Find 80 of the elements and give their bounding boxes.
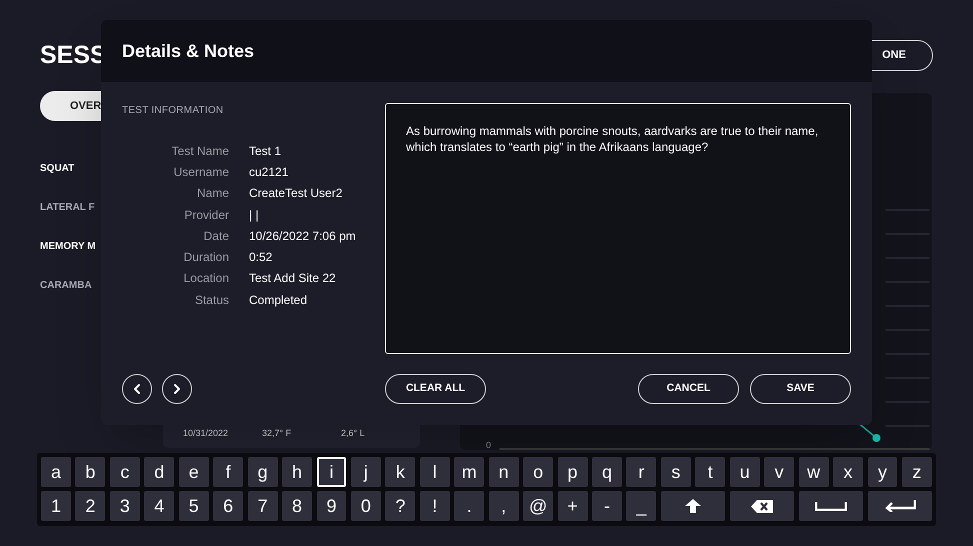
field-value: | | [249,206,259,224]
dialog-title: Details & Notes [122,40,254,62]
keyboard-key[interactable]: e [178,457,209,487]
table-cell-text: 2,6° L [341,427,366,440]
field-value: CreateTest User2 [249,185,342,202]
table-cell-text: 10/31/2022 [183,427,230,440]
keyboard-key[interactable]: 4 [144,491,174,521]
shift-key[interactable] [660,491,726,521]
keyboard-key[interactable]: 9 [316,491,346,521]
field-value: cu2121 [249,164,288,181]
keyboard-key[interactable]: 8 [282,491,312,521]
keyboard-key[interactable]: i [316,457,346,487]
backspace-key[interactable] [730,491,794,521]
enter-arrow-icon [884,500,916,512]
keyboard-key[interactable]: 0 [350,491,381,521]
axis-label: 0 [486,440,492,450]
field-value: 0:52 [249,249,272,266]
keyboard-key[interactable]: l [420,457,450,487]
next-button[interactable] [162,374,192,404]
field-value: Test Add Site 22 [249,270,336,288]
keyboard-key[interactable]: r [626,457,656,487]
space-key[interactable] [798,491,863,521]
keyboard-key[interactable]: f [213,457,244,487]
keyboard-key[interactable]: , [488,491,519,521]
keyboard-key[interactable]: @ [523,491,554,521]
keyboard-key[interactable]: h [282,457,312,487]
keyboard-key[interactable]: + [558,491,588,521]
clear-all-button[interactable]: CLEAR ALL [385,374,486,404]
keyboard-key[interactable]: z [902,457,932,487]
field-label: Status [194,292,229,309]
notes-text-area[interactable]: As burrowing mammals with porcine snouts, aardvarks are true to their name, which translates to “earth pig” in the Afrikaans language? [385,103,851,354]
keyboard-key[interactable]: s [660,457,691,487]
save-button[interactable]: SAVE [750,374,851,404]
field-label: Username [172,164,229,181]
field-label: Location [182,270,229,288]
keyboard-key[interactable]: 3 [110,491,140,521]
keyboard-key[interactable]: d [144,457,174,487]
keyboard-key[interactable]: g [248,457,278,487]
backspace-icon [750,500,773,512]
field-label: Date [202,228,229,245]
keyboard-key[interactable]: j [350,457,381,487]
keyboard-key[interactable]: . [454,491,484,521]
keyboard-key[interactable]: n [488,457,519,487]
field-value: 10/26/2022 7:06 pm [249,228,356,245]
cancel-button[interactable]: CANCEL [638,374,739,404]
keyboard-key[interactable]: v [764,457,794,487]
keyboard-key[interactable]: 6 [213,491,244,521]
field-label: Provider [183,206,229,224]
keyboard-key[interactable]: x [833,457,864,487]
keyboard-key[interactable]: 1 [41,491,71,521]
keyboard-key[interactable]: o [523,457,554,487]
keyboard-key[interactable]: 2 [75,491,106,521]
keyboard-key[interactable]: p [558,457,588,487]
shift-arrow-icon [685,499,702,513]
keyboard-key[interactable]: 7 [248,491,278,521]
keyboard-key[interactable]: ? [385,491,416,521]
table-cell-text: 32,7° F [262,427,292,440]
keyboard-key[interactable]: 5 [178,491,209,521]
field-value: Test 1 [249,142,282,160]
enter-key[interactable] [868,491,932,521]
keyboard-key[interactable]: _ [626,491,656,521]
section-heading: TEST INFORMATION [122,104,224,118]
previous-button[interactable] [122,374,152,404]
keyboard-key[interactable]: y [868,457,898,487]
field-label: Test Name [170,142,229,160]
keyboard-key[interactable]: q [592,457,622,487]
field-label: Duration [182,249,229,266]
keyboard-key[interactable]: k [385,457,416,487]
keyboard-key[interactable]: u [730,457,760,487]
field-label: Name [196,185,229,202]
field-value: Completed [249,292,308,309]
keyboard-key[interactable]: - [592,491,622,521]
keyboard-key[interactable]: w [798,457,829,487]
keyboard-key[interactable]: c [110,457,140,487]
keyboard-key[interactable]: a [41,457,71,487]
space-bar-icon [814,502,847,510]
keyboard-key[interactable]: m [454,457,484,487]
keyboard-key[interactable]: ! [420,491,450,521]
keyboard-key[interactable]: t [695,457,726,487]
keyboard-key[interactable]: b [75,457,106,487]
